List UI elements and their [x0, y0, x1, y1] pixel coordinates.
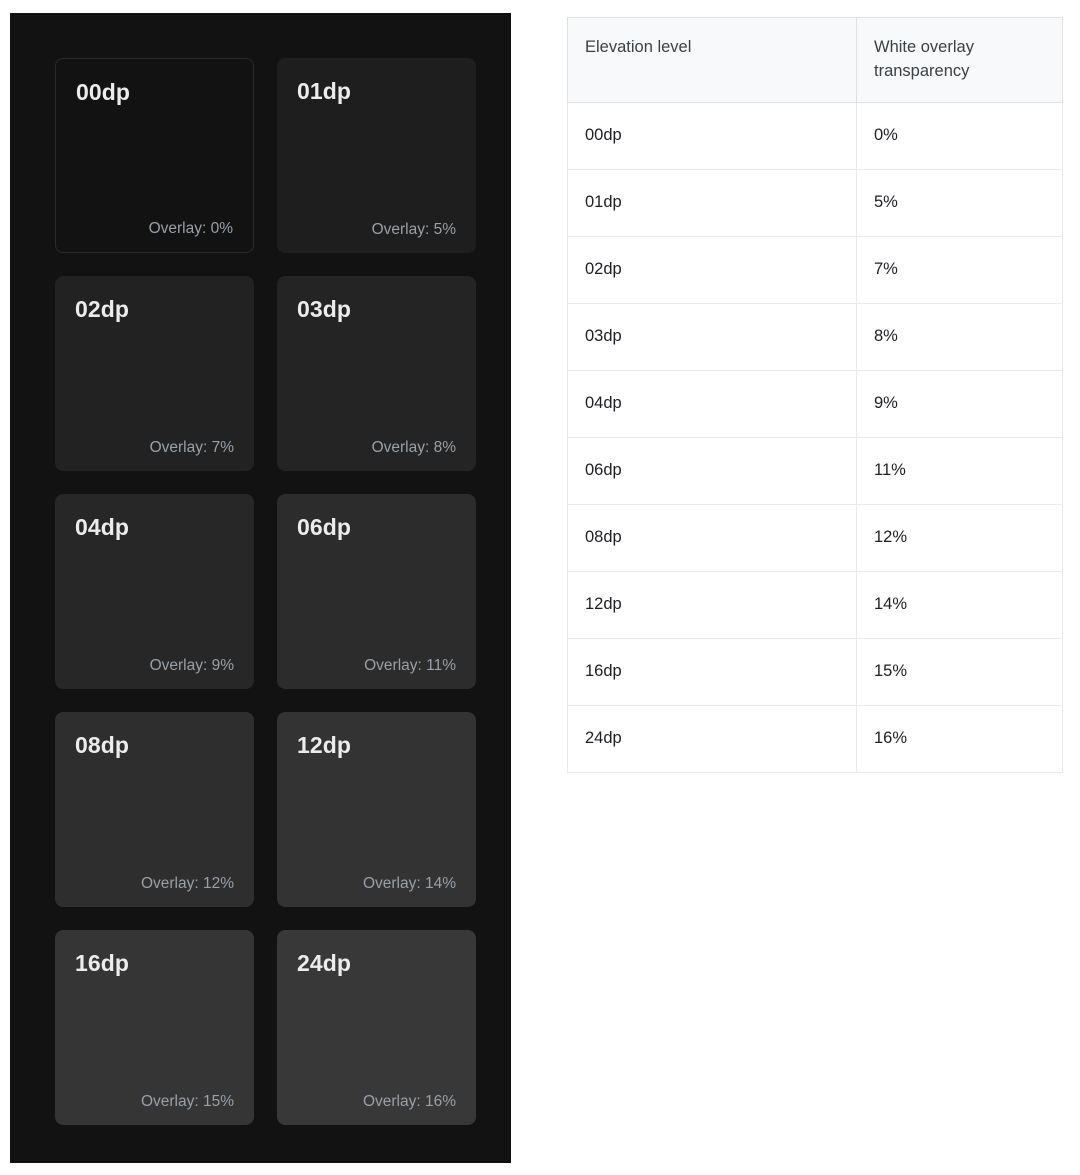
elevation-card-00dp[interactable]: 00dp Overlay: 0% — [55, 58, 254, 253]
elevation-card-03dp[interactable]: 03dp Overlay: 8% — [277, 276, 476, 471]
cell-elevation-level: 02dp — [567, 235, 857, 304]
elevation-card-grid: 00dp Overlay: 0% 01dp Overlay: 5% 02dp Overla… — [55, 58, 476, 1125]
elevation-card-overlay-label: Overlay: 16% — [362, 1092, 456, 1110]
table-row: 03dp 8% — [567, 302, 1063, 371]
cell-overlay-transparency: 0% — [856, 101, 1063, 170]
elevation-card-title: 12dp — [297, 732, 352, 758]
elevation-card-16dp[interactable]: 16dp Overlay: 15% — [55, 930, 254, 1125]
cell-elevation-level: 24dp — [567, 704, 857, 773]
table-row: 08dp 12% — [567, 503, 1063, 572]
elevation-card-title: 24dp — [297, 950, 352, 976]
table-row: 01dp 5% — [567, 168, 1063, 237]
cell-elevation-level: 04dp — [567, 369, 857, 438]
elevation-card-01dp[interactable]: 01dp Overlay: 5% — [277, 58, 476, 253]
column-header-elevation-level: Elevation level — [567, 17, 857, 103]
elevation-card-12dp[interactable]: 12dp Overlay: 14% — [277, 712, 476, 907]
cell-overlay-transparency: 8% — [856, 302, 1063, 371]
cell-overlay-transparency: 5% — [856, 168, 1063, 237]
cell-overlay-transparency: 7% — [856, 235, 1063, 304]
column-header-white-overlay-transparency: White overlay transparency — [856, 17, 1063, 103]
cell-overlay-transparency: 9% — [856, 369, 1063, 438]
elevation-card-overlay-label: Overlay: 7% — [149, 438, 234, 456]
elevation-card-title: 03dp — [297, 296, 352, 322]
table-row: 04dp 9% — [567, 369, 1063, 438]
table-row: 06dp 11% — [567, 436, 1063, 505]
cell-elevation-level: 00dp — [567, 101, 857, 170]
elevation-card-08dp[interactable]: 08dp Overlay: 12% — [55, 712, 254, 907]
cell-elevation-level: 06dp — [567, 436, 857, 505]
table-row: 02dp 7% — [567, 235, 1063, 304]
elevation-reference-table: Elevation level White overlay transparen… — [567, 17, 1063, 773]
elevation-card-overlay-label: Overlay: 5% — [371, 220, 456, 238]
elevation-card-title: 08dp — [75, 732, 130, 758]
elevation-card-overlay-label: Overlay: 12% — [140, 874, 234, 892]
elevation-card-overlay-label: Overlay: 0% — [148, 219, 233, 237]
elevation-card-title: 04dp — [75, 514, 130, 540]
elevation-card-02dp[interactable]: 02dp Overlay: 7% — [55, 276, 254, 471]
elevation-panel: 00dp Overlay: 0% 01dp Overlay: 5% 02dp Overla… — [10, 13, 511, 1163]
cell-overlay-transparency: 11% — [856, 436, 1063, 505]
table-header-row: Elevation level White overlay transparen… — [567, 17, 1063, 103]
table-row: 24dp 16% — [567, 704, 1063, 773]
elevation-card-title: 16dp — [75, 950, 130, 976]
elevation-card-06dp[interactable]: 06dp Overlay: 11% — [277, 494, 476, 689]
table-row: 16dp 15% — [567, 637, 1063, 706]
cell-overlay-transparency: 12% — [856, 503, 1063, 572]
table-row: 00dp 0% — [567, 101, 1063, 170]
elevation-card-title: 02dp — [75, 296, 130, 322]
elevation-card-overlay-label: Overlay: 9% — [149, 656, 234, 674]
cell-overlay-transparency: 15% — [856, 637, 1063, 706]
elevation-card-title: 01dp — [297, 78, 352, 104]
elevation-card-overlay-label: Overlay: 14% — [362, 874, 456, 892]
elevation-card-title: 06dp — [297, 514, 352, 540]
elevation-card-overlay-label: Overlay: 11% — [364, 656, 456, 674]
elevation-table-container: Elevation level White overlay transparen… — [567, 17, 1063, 773]
cell-elevation-level: 12dp — [567, 570, 857, 639]
table-body: 00dp 0% 01dp 5% 02dp 7% 03dp 8% 04dp 9% 06dp 11% 08d… — [567, 101, 1063, 773]
cell-elevation-level: 03dp — [567, 302, 857, 371]
elevation-card-04dp[interactable]: 04dp Overlay: 9% — [55, 494, 254, 689]
cell-elevation-level: 01dp — [567, 168, 857, 237]
table-row: 12dp 14% — [567, 570, 1063, 639]
elevation-card-overlay-label: Overlay: 15% — [140, 1092, 234, 1110]
cell-elevation-level: 08dp — [567, 503, 857, 572]
cell-elevation-level: 16dp — [567, 637, 857, 706]
elevation-card-24dp[interactable]: 24dp Overlay: 16% — [277, 930, 476, 1125]
cell-overlay-transparency: 14% — [856, 570, 1063, 639]
cell-overlay-transparency: 16% — [856, 704, 1063, 773]
elevation-card-overlay-label: Overlay: 8% — [371, 438, 456, 456]
elevation-card-title: 00dp — [76, 79, 131, 105]
table-header: Elevation level White overlay transparen… — [567, 17, 1063, 103]
